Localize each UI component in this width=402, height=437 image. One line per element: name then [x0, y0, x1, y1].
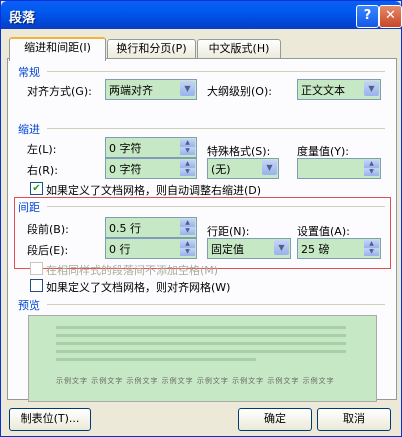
tab-asian-typography[interactable]: 中文版式(H): [197, 39, 281, 59]
outline-level-value: 正文文本: [301, 84, 345, 97]
chevron-down-icon[interactable]: ▼: [180, 81, 195, 96]
spin-down-icon[interactable]: ▼: [364, 248, 379, 256]
left-indent-label: 左(L):: [27, 143, 57, 156]
spin-up-icon[interactable]: ▲: [364, 240, 379, 248]
space-after-value: 0 行: [109, 243, 131, 256]
spin-down-icon[interactable]: ▼: [180, 147, 195, 155]
outline-level-label: 大纲级别(O):: [207, 85, 272, 98]
indent-separator: [47, 128, 385, 129]
preview-line: [56, 342, 346, 345]
preview-area: 示例文字 示例文字 示例文字 示例文字 示例文字 示例文字 示例文字 示例文字: [28, 315, 377, 402]
tabs-button[interactable]: 制表位(T)...: [9, 408, 91, 431]
special-format-label: 特殊格式(S):: [207, 145, 271, 158]
left-indent-stepper[interactable]: 0 字符 ▲ ▼: [105, 137, 197, 158]
measure-label: 度量值(Y):: [297, 145, 350, 158]
snap-to-grid-label[interactable]: 如果定义了文档网格，则对齐网格(W): [46, 279, 230, 295]
special-format-value: (无): [211, 163, 231, 176]
preview-line: [56, 334, 346, 337]
no-space-same-style-label: 在相同样式的段落间不添加空格(M): [46, 264, 219, 277]
measure-stepper[interactable]: ▲ ▼: [297, 158, 381, 179]
auto-adjust-indent-label[interactable]: 如果定义了文档网格，则自动调整右缩进(D): [46, 182, 261, 198]
space-after-stepper[interactable]: 0 行 ▲ ▼: [105, 238, 197, 259]
snap-to-grid-checkbox[interactable]: [30, 279, 43, 292]
space-after-label: 段后(E):: [27, 244, 69, 257]
preview-sample-text: 示例文字 示例文字 示例文字 示例文字 示例文字 示例文字 示例文字 示例文字: [56, 377, 335, 385]
spin-up-icon[interactable]: ▲: [180, 219, 195, 227]
right-indent-value: 0 字符: [109, 163, 142, 176]
indent-section-title: 缩进: [18, 123, 40, 136]
alignment-label: 对齐方式(G):: [27, 85, 92, 98]
no-space-same-style-checkbox[interactable]: [30, 262, 43, 275]
paragraph-dialog: 段落 ? ✕ 缩进和间距(I) 换行和分页(P) 中文版式(H) 常规 对齐方式…: [0, 0, 402, 437]
setting-value-value: 25 磅: [301, 243, 330, 256]
title-bar: 段落 ? ✕: [1, 1, 402, 29]
setting-value-label: 设置值(A):: [297, 225, 350, 238]
right-indent-stepper[interactable]: 0 字符 ▲ ▼: [105, 158, 197, 179]
auto-adjust-indent-checkbox[interactable]: ✔: [30, 182, 43, 195]
dialog-title: 段落: [9, 11, 36, 26]
general-separator: [47, 71, 385, 72]
spin-up-icon[interactable]: ▲: [180, 139, 195, 147]
preview-separator: [47, 304, 385, 305]
spin-down-icon[interactable]: ▼: [180, 168, 195, 176]
outline-level-select[interactable]: 正文文本 ▼: [297, 79, 381, 100]
chevron-down-icon[interactable]: ▼: [274, 240, 289, 255]
spin-down-icon[interactable]: ▼: [180, 227, 195, 235]
preview-line: [56, 358, 256, 361]
alignment-value: 两端对齐: [109, 84, 153, 97]
spin-down-icon[interactable]: ▼: [364, 168, 379, 176]
spin-up-icon[interactable]: ▲: [180, 240, 195, 248]
chevron-down-icon[interactable]: ▼: [364, 81, 379, 96]
general-section-title: 常规: [18, 66, 40, 79]
spin-down-icon[interactable]: ▼: [180, 248, 195, 256]
spacing-separator: [47, 206, 385, 207]
line-spacing-label: 行距(N):: [207, 225, 250, 238]
help-button[interactable]: ?: [356, 5, 379, 28]
line-spacing-value: 固定值: [211, 243, 244, 256]
spacing-section-title: 间距: [18, 201, 40, 214]
chevron-down-icon[interactable]: ▼: [262, 160, 277, 175]
cancel-button[interactable]: 取消: [317, 408, 391, 431]
close-button[interactable]: ✕: [379, 5, 402, 28]
preview-section-title: 预览: [18, 299, 40, 312]
space-before-stepper[interactable]: 0.5 行 ▲ ▼: [105, 217, 197, 238]
spin-up-icon[interactable]: ▲: [180, 160, 195, 168]
special-format-select[interactable]: (无) ▼: [207, 158, 279, 179]
tab-indent-spacing[interactable]: 缩进和间距(I): [9, 37, 106, 61]
space-before-label: 段前(B):: [27, 223, 69, 236]
ok-button[interactable]: 确定: [238, 408, 312, 431]
preview-line: [56, 326, 346, 329]
right-indent-label: 右(R):: [27, 164, 58, 177]
setting-value-stepper[interactable]: 25 磅 ▲ ▼: [297, 238, 381, 259]
tab-line-page-breaks[interactable]: 换行和分页(P): [107, 39, 196, 59]
alignment-select[interactable]: 两端对齐 ▼: [105, 79, 197, 100]
line-spacing-select[interactable]: 固定值 ▼: [207, 238, 291, 259]
left-indent-value: 0 字符: [109, 142, 142, 155]
preview-line: [56, 350, 346, 353]
spin-up-icon[interactable]: ▲: [364, 160, 379, 168]
space-before-value: 0.5 行: [109, 222, 141, 235]
